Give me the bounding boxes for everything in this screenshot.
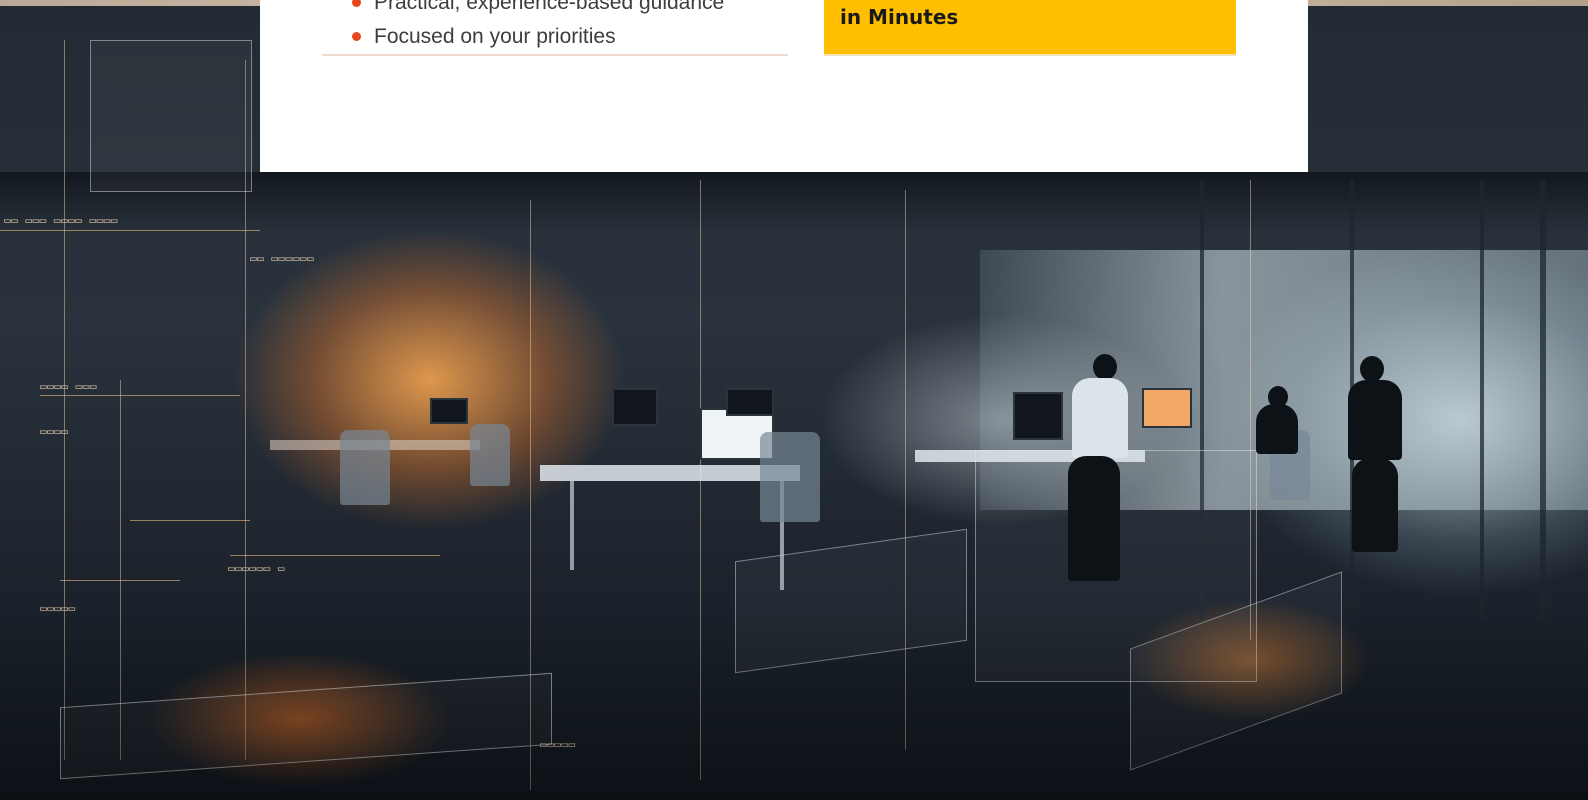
- holo-line: [130, 520, 250, 521]
- holo-line: [60, 580, 180, 581]
- holo-line: [0, 230, 260, 231]
- person: [1348, 380, 1402, 460]
- person: [1068, 456, 1120, 581]
- cta-banner[interactable]: in Minutes: [824, 0, 1236, 54]
- office-chair: [470, 424, 510, 486]
- holo-line: [40, 395, 240, 396]
- person: [1072, 378, 1128, 458]
- holo-decoration: ▭▭▭▭: [40, 425, 69, 438]
- list-item-text: Practical, experience-based guidance: [374, 0, 725, 14]
- person-head: [1093, 354, 1117, 380]
- monitor: [1013, 392, 1063, 440]
- list-item-text: Focused on your priorities: [374, 25, 616, 48]
- divider: [322, 54, 788, 56]
- person: [1256, 404, 1298, 454]
- desk-leg: [570, 480, 574, 570]
- holo-line: [230, 555, 440, 556]
- list-item: Practical, experience-based guidance: [322, 0, 788, 20]
- content-card: Practical, experience-based guidance Foc…: [260, 0, 1308, 172]
- office-chair: [340, 430, 390, 505]
- office-chair: [760, 432, 820, 522]
- holo-decoration: ▭▭▭▭ ▭▭▭: [40, 380, 97, 393]
- bullet-icon: [352, 0, 361, 7]
- holo-panel: [90, 40, 252, 192]
- list-item: Focused on your priorities: [322, 20, 788, 54]
- benefit-list: Practical, experience-based guidance Foc…: [322, 0, 788, 54]
- monitor: [612, 388, 658, 426]
- monitor: [1142, 388, 1192, 428]
- floor-reflection: [0, 600, 1588, 800]
- bullet-icon: [352, 32, 361, 41]
- cta-title: in Minutes: [840, 5, 959, 29]
- monitor: [430, 398, 468, 424]
- person-head: [1360, 356, 1384, 382]
- holo-decoration: ▭▭▭▭▭▭ ▭: [228, 562, 285, 575]
- holo-decoration: ▭▭ ▭▭▭▭▭▭: [250, 252, 315, 265]
- monitor: [726, 388, 774, 416]
- person: [1352, 458, 1398, 552]
- holo-decoration: ▭▭ ▭▭▭ ▭▭▭▭ ▭▭▭▭: [4, 214, 118, 227]
- window-mullion: [1480, 180, 1484, 620]
- window-mullion: [1540, 180, 1546, 620]
